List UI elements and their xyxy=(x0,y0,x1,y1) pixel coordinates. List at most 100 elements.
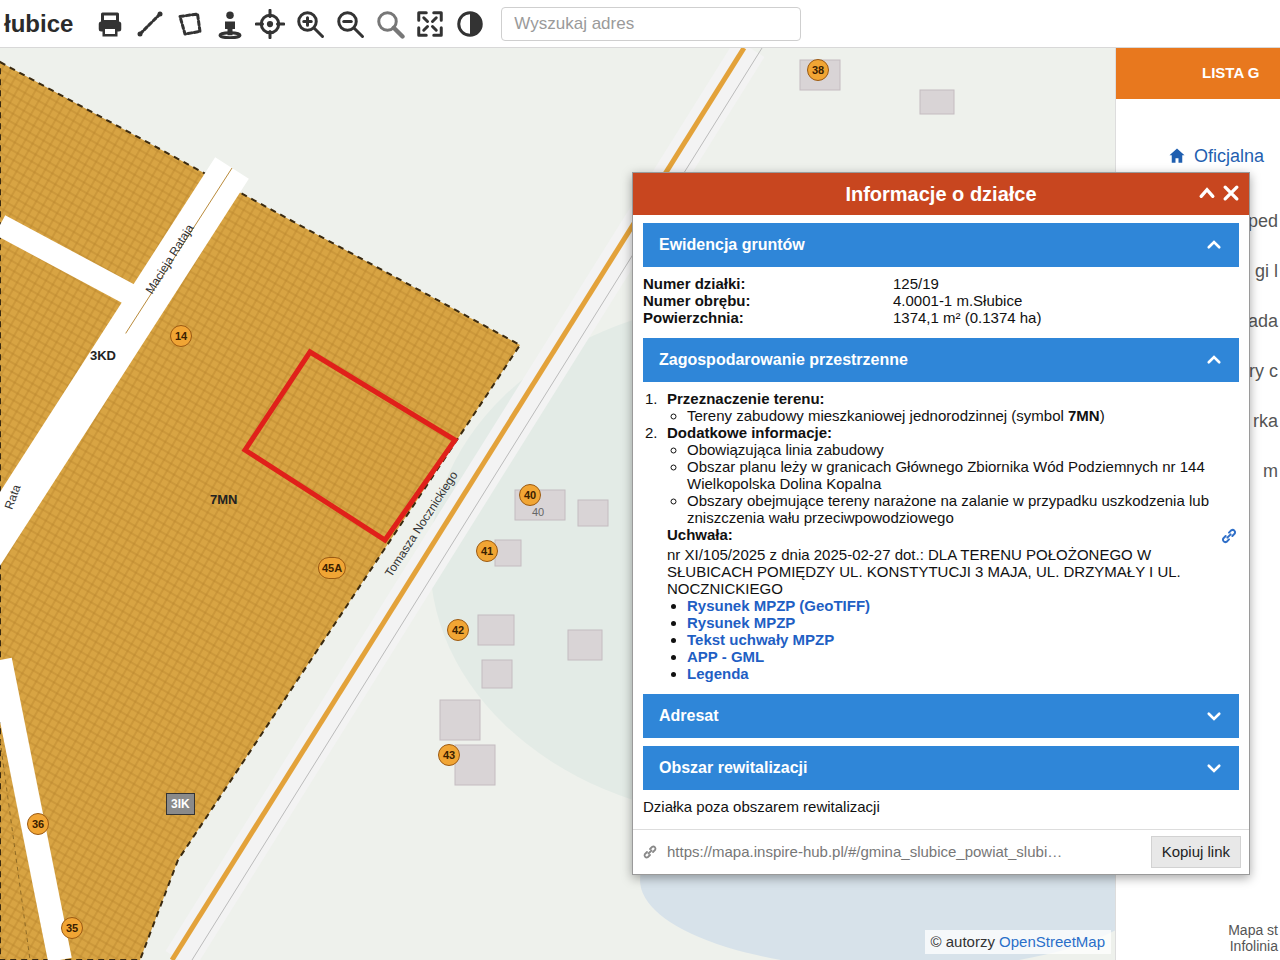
measure-line-icon[interactable] xyxy=(135,9,165,39)
address-search[interactable] xyxy=(501,7,801,41)
share-link-bar: https://mapa.inspire-hub.pl/#/gmina_slub… xyxy=(633,829,1249,875)
plan-bullets: Obowiązująca linia zabudowyObszar planu … xyxy=(667,441,1239,526)
plan-bullets: Tereny zabudowy mieszkaniowej jednorodzi… xyxy=(667,407,1239,424)
plan-info: 1.Przeznaczenie terenu:Tereny zabudowy m… xyxy=(633,382,1249,686)
contrast-icon[interactable] xyxy=(455,9,485,39)
share-link-icon xyxy=(641,843,659,861)
section-header[interactable]: Ewidencja gruntów xyxy=(643,223,1239,267)
measure-area-icon[interactable] xyxy=(175,9,205,39)
document-link[interactable]: Rysunek MPZP (GeoTIFF) xyxy=(687,597,870,614)
address-pin[interactable]: 40 xyxy=(519,484,541,506)
item-heading: Dodatkowe informacje: xyxy=(667,424,832,441)
address-pin[interactable]: 42 xyxy=(447,619,469,641)
plan-bullet: Obszar planu leży w granicach Głównego Z… xyxy=(687,458,1239,492)
plan-bullet: Obszary obejmujące tereny narażone na za… xyxy=(687,492,1239,526)
zoom-in-icon[interactable] xyxy=(295,9,325,39)
app-title: łubice xyxy=(4,6,73,42)
document-link[interactable]: Legenda xyxy=(687,665,749,682)
zone-label: 3IK xyxy=(166,793,195,815)
section-header[interactable]: Adresat xyxy=(643,694,1239,738)
collapse-icon[interactable] xyxy=(1197,183,1217,203)
resolution-heading: Uchwała: xyxy=(643,526,1239,546)
footer-text: Mapa st xyxy=(1116,922,1278,938)
bullet-text-end: ) xyxy=(1100,407,1105,424)
address-pin[interactable]: 43 xyxy=(438,744,460,766)
plan-bullet: Obowiązująca linia zabudowy xyxy=(687,441,1239,458)
bullet-text: Obszar planu leży w granicach Głównego Z… xyxy=(687,458,1205,492)
official-link-text[interactable]: Oficjalna xyxy=(1194,143,1264,170)
attribution-text: © autorzy xyxy=(931,933,1000,950)
chevron-icon[interactable] xyxy=(1205,707,1223,725)
item-number: 2. xyxy=(645,424,667,441)
home-icon xyxy=(1168,147,1186,165)
address-pin[interactable]: 14 xyxy=(170,325,192,347)
chevron-icon[interactable] xyxy=(1205,759,1223,777)
bullet-text: Obowiązująca linia zabudowy xyxy=(687,441,884,458)
plan-bullet: Tereny zabudowy mieszkaniowej jednorodzi… xyxy=(687,407,1239,424)
footer-text: Infolinia xyxy=(1116,938,1278,954)
link-icon[interactable] xyxy=(1219,526,1239,546)
plan-item: 1.Przeznaczenie terenu:Tereny zabudowy m… xyxy=(667,390,1239,424)
address-pin[interactable]: 38 xyxy=(807,59,829,81)
chevron-icon[interactable] xyxy=(1205,351,1223,369)
field-row: Numer obrębu:4.0001-1 m.Słubice xyxy=(643,292,1239,309)
window-controls xyxy=(1197,183,1241,203)
street-view-icon[interactable] xyxy=(215,9,245,39)
address-pin[interactable]: 41 xyxy=(476,540,498,562)
side-panel-footer: Mapa stInfolinia xyxy=(1116,922,1280,960)
window-title-bar[interactable]: Informacje o działce xyxy=(633,173,1249,215)
resolution-label: Uchwała: xyxy=(643,526,733,543)
field-label: Numer obrębu: xyxy=(643,292,893,309)
share-url[interactable]: https://mapa.inspire-hub.pl/#/gmina_slub… xyxy=(667,841,1143,864)
toolbar: łubice xyxy=(0,0,1280,48)
document-link[interactable]: APP - GML xyxy=(687,648,764,665)
plan-items: 1.Przeznaczenie terenu:Tereny zabudowy m… xyxy=(643,390,1239,526)
map-attribution: © autorzy OpenStreetMap xyxy=(925,930,1111,955)
copy-link-button[interactable]: Kopiuj link xyxy=(1151,836,1241,869)
field-label: Numer działki: xyxy=(643,275,893,292)
openstreetmap-link[interactable]: OpenStreetMap xyxy=(999,933,1105,950)
section-title: Obszar rewitalizacji xyxy=(659,756,808,780)
address-pin[interactable]: 36 xyxy=(27,813,49,835)
window-title: Informacje o działce xyxy=(845,183,1036,205)
plot-info-window: Informacje o działce Ewidencja gruntów Num… xyxy=(632,172,1250,875)
field-value: 1374,1 m² (0.1374 ha) xyxy=(893,309,1041,326)
plan-item-heading: 1.Przeznaczenie terenu: xyxy=(667,390,1239,407)
close-icon[interactable] xyxy=(1221,183,1241,203)
chevron-icon[interactable] xyxy=(1205,236,1223,254)
zoom-out-icon[interactable] xyxy=(335,9,365,39)
document-item: Tekst uchwały MPZP xyxy=(687,631,1239,648)
side-panel-header[interactable]: LISTA G xyxy=(1116,48,1280,99)
section-header[interactable]: Zagospodarowanie przestrzenne xyxy=(643,338,1239,382)
zone-label: 3KD xyxy=(90,346,116,366)
field-value: 125/19 xyxy=(893,275,939,292)
resolution-text: nr XI/105/2025 z dnia 2025-02-27 dot.: D… xyxy=(643,546,1239,597)
document-item: Legenda xyxy=(687,665,1239,682)
section-title: Zagospodarowanie przestrzenne xyxy=(659,348,908,372)
section-title: Ewidencja gruntów xyxy=(659,233,805,257)
bullet-text: Tereny zabudowy mieszkaniowej jednorodzi… xyxy=(687,407,1068,424)
fullscreen-icon[interactable] xyxy=(415,9,445,39)
print-icon[interactable] xyxy=(95,9,125,39)
revitalization-note: Działka poza obszarem rewitalizacji xyxy=(633,790,1249,823)
document-item: Rysunek MPZP xyxy=(687,614,1239,631)
plot-fields: Numer działki:125/19Numer obrębu:4.0001-… xyxy=(633,267,1249,330)
bullet-symbol: 7MN xyxy=(1068,407,1100,424)
section-title: Adresat xyxy=(659,704,719,728)
map-app: łubice7MN3KD3IKMacieja RatajaTomasza Noc… xyxy=(0,0,1280,960)
locate-icon[interactable] xyxy=(255,9,285,39)
address-pin[interactable]: 35 xyxy=(61,917,83,939)
document-link[interactable]: Rysunek MPZP xyxy=(687,614,795,631)
item-number: 1. xyxy=(645,390,667,407)
document-link[interactable]: Tekst uchwały MPZP xyxy=(687,631,834,648)
field-row: Powierzchnia:1374,1 m² (0.1374 ha) xyxy=(643,309,1239,326)
document-item: Rysunek MPZP (GeoTIFF) xyxy=(687,597,1239,614)
zoom-previous-icon[interactable] xyxy=(375,9,405,39)
section-header[interactable]: Obszar rewitalizacji xyxy=(643,746,1239,790)
bullet-text: Obszary obejmujące tereny narażone na za… xyxy=(687,492,1209,526)
plan-item: 2.Dodatkowe informacje:Obowiązująca lini… xyxy=(667,424,1239,526)
field-label: Powierzchnia: xyxy=(643,309,893,326)
plan-item-heading: 2.Dodatkowe informacje: xyxy=(667,424,1239,441)
address-pin[interactable]: 45A xyxy=(318,557,346,579)
item-heading: Przeznaczenie terenu: xyxy=(667,390,825,407)
